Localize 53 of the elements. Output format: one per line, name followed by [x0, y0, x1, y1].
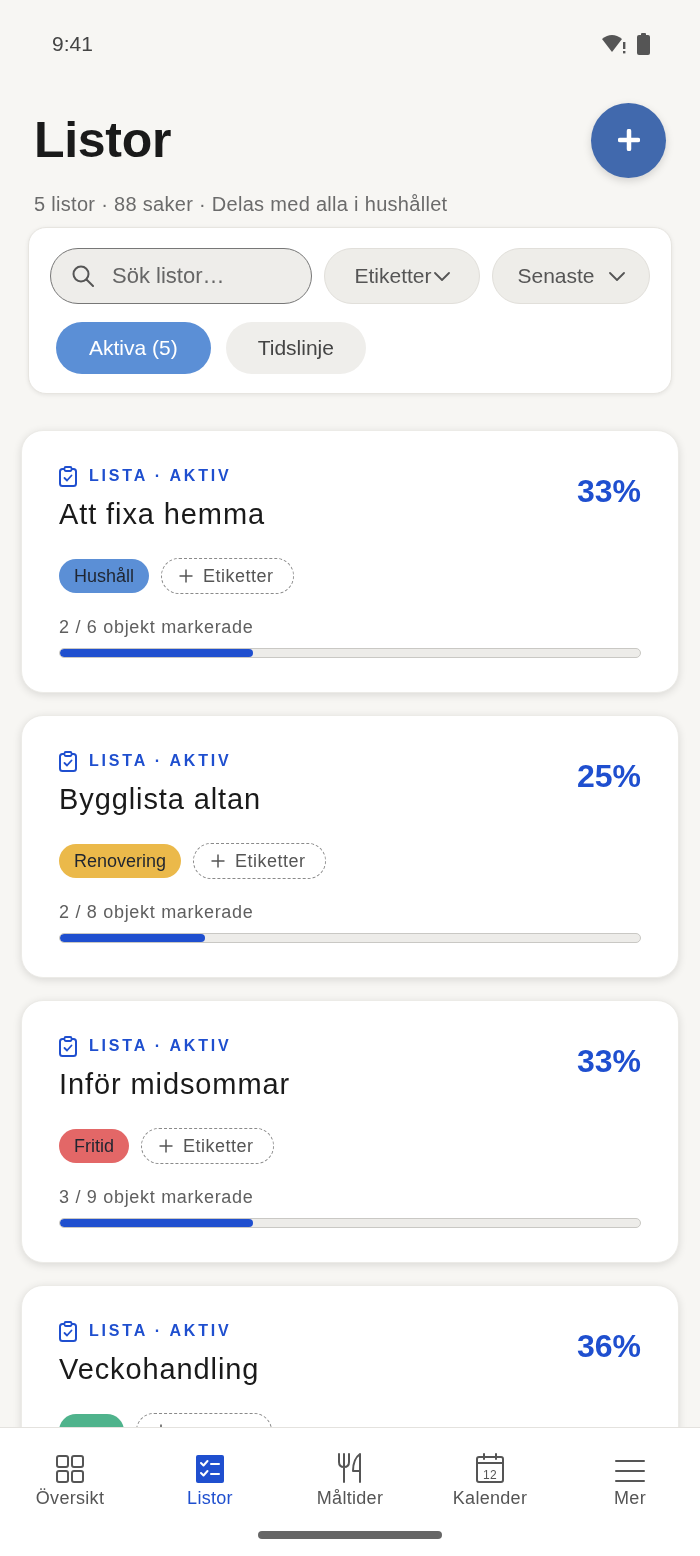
list-title: Bygglista altan: [59, 782, 262, 817]
tag-chip[interactable]: Hushåll: [59, 559, 150, 593]
clipboard-check-icon: [59, 1035, 77, 1057]
list-card[interactable]: LISTA · AKTIV Att fixa hemma 33% Hushåll Etiketter 2 / 6 objekt markerade: [21, 430, 679, 693]
list-card[interactable]: LISTA · AKTIV Veckohandling 36%: [21, 1285, 679, 1427]
progress-percent: 36%: [576, 1330, 641, 1362]
search-field[interactable]: Sök listor…: [50, 248, 312, 304]
fork-knife-icon: [336, 1453, 364, 1483]
progress-percent: 25%: [576, 760, 641, 792]
list-title: Veckohandling: [59, 1352, 260, 1387]
chevron-down-icon: [608, 271, 625, 281]
grid-icon: [56, 1455, 84, 1483]
list-type-label: LISTA · AKTIV: [89, 1321, 232, 1341]
menu-icon: [615, 1459, 645, 1483]
clipboard-check-icon: [59, 465, 77, 487]
list-card[interactable]: LISTA · AKTIV Bygglista altan 25% Renovering Etiketter 2 / 8 objekt markerade: [21, 715, 679, 978]
chevron-down-icon: [433, 271, 450, 281]
progress-count: 2 / 6 objekt markerade: [59, 617, 255, 637]
plus-icon: [159, 1139, 173, 1153]
plus-icon: [179, 569, 194, 583]
page-title: Listor: [34, 111, 172, 169]
list-type-label: LISTA · AKTIV: [89, 751, 232, 771]
list-title: Inför midsommar: [59, 1067, 291, 1102]
nav-tab[interactable]: Måltider: [280, 1428, 420, 1508]
progress-count: 3 / 9 objekt markerade: [59, 1187, 255, 1207]
filter-dropdown[interactable]: Etiketter: [324, 248, 480, 304]
filter-dropdown[interactable]: Senaste: [492, 248, 650, 304]
progress-percent: 33%: [576, 475, 641, 507]
tag-chip[interactable]: Fritid: [59, 1129, 129, 1163]
checklist-icon: [196, 1455, 224, 1483]
list-type-label: LISTA · AKTIV: [89, 466, 232, 486]
nav-tab[interactable]: Mer: [560, 1428, 700, 1508]
nav-tab[interactable]: Översikt: [0, 1428, 140, 1508]
battery-icon: [637, 33, 650, 55]
search-icon: [72, 265, 94, 287]
calendar-icon: 12: [476, 1453, 504, 1483]
clipboard-check-icon: [59, 750, 77, 772]
nav-tab[interactable]: 12 Kalender: [420, 1428, 560, 1508]
progress-count: 2 / 8 objekt markerade: [59, 902, 255, 922]
add-button[interactable]: [591, 102, 666, 178]
list-title: Att fixa hemma: [59, 497, 265, 532]
status-time: 9:41: [52, 32, 93, 56]
progress-percent: 33%: [576, 1045, 641, 1077]
plus-icon: [617, 129, 640, 151]
nav-tab[interactable]: Listor: [140, 1428, 280, 1508]
page-subtitle: 5 listor · 88 saker · Delas med alla i hushållet: [34, 193, 448, 215]
list-card[interactable]: LISTA · AKTIV Inför midsommar 33% Fritid Etiketter 3 / 9 objekt markerade: [21, 1000, 679, 1263]
list-type-label: LISTA · AKTIV: [89, 1036, 232, 1056]
plus-icon: [211, 854, 226, 868]
wifi-alert-icon: [602, 34, 628, 54]
view-tab[interactable]: Tidslinje: [225, 322, 366, 374]
tag-chip[interactable]: Renovering: [59, 844, 182, 878]
clipboard-check-icon: [59, 1320, 77, 1342]
